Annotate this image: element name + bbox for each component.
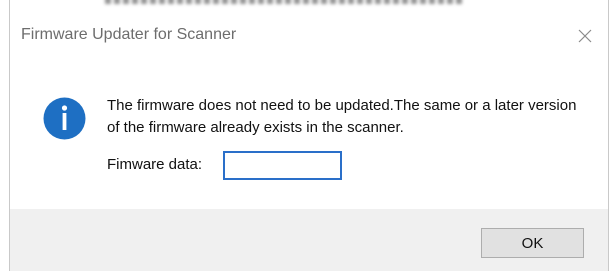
firmware-data-label: Fimware data:: [107, 156, 203, 173]
info-icon: [43, 97, 86, 140]
dialog-message: The firmware does not need to be updated…: [107, 97, 577, 136]
title-bar: Firmware Updater for Scanner: [10, 20, 608, 56]
dialog-footer: OK: [10, 209, 608, 271]
close-icon: [578, 29, 592, 43]
firmware-updater-dialog: Firmware Updater for Scanner The firmwar…: [9, 0, 609, 271]
firmware-data-input[interactable]: [223, 151, 342, 180]
ok-button[interactable]: OK: [481, 228, 584, 258]
background-text-bleed: [105, 0, 465, 4]
close-button[interactable]: [562, 20, 608, 52]
dialog-title: Firmware Updater for Scanner: [21, 26, 237, 43]
